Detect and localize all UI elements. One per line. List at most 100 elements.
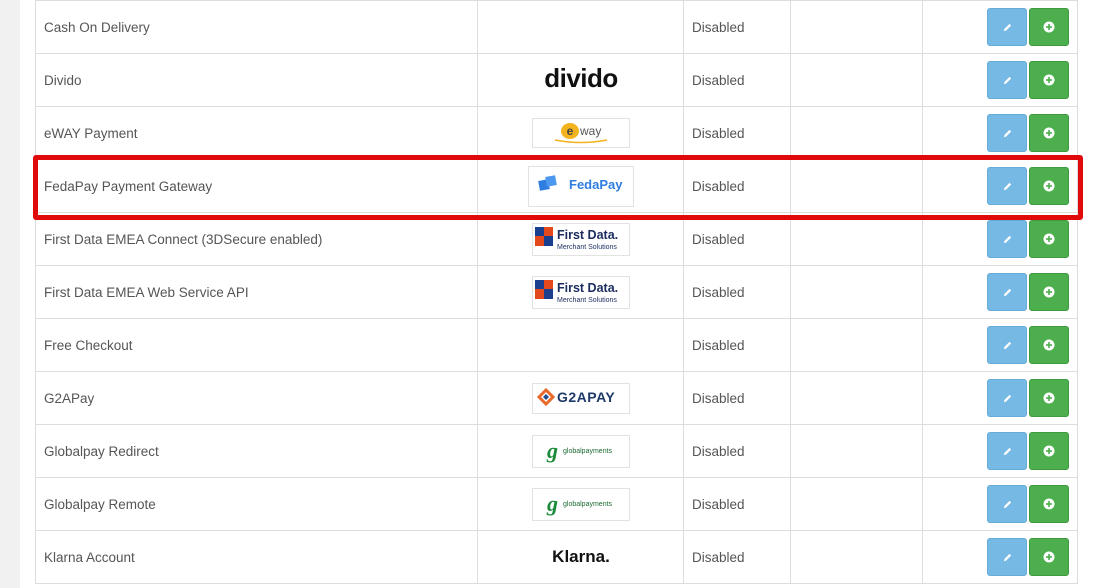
install-button[interactable] — [1029, 273, 1069, 311]
sort-order-cell — [790, 318, 923, 372]
extension-name: FedaPay Payment Gateway — [35, 159, 478, 213]
status-text: Disabled — [683, 371, 791, 425]
edit-button[interactable] — [987, 167, 1027, 205]
sort-order-cell — [790, 0, 923, 54]
svg-text:g: g — [546, 438, 558, 463]
logo-cell-empty — [477, 0, 684, 54]
svg-text:FedaPay: FedaPay — [569, 177, 623, 192]
edit-button[interactable] — [987, 326, 1027, 364]
table-row: Klarna Account Klarna. Disabled — [35, 530, 1078, 584]
extension-name: Globalpay Redirect — [35, 424, 478, 478]
eway-logo: e way — [477, 106, 684, 160]
plus-circle-icon — [1043, 231, 1055, 246]
edit-button[interactable] — [987, 379, 1027, 417]
edit-button[interactable] — [987, 538, 1027, 576]
pencil-icon — [1002, 549, 1013, 564]
edit-button[interactable] — [987, 8, 1027, 46]
logo-cell-empty — [477, 318, 684, 372]
pencil-icon — [1002, 19, 1013, 34]
install-button[interactable] — [1029, 432, 1069, 470]
edit-button[interactable] — [987, 220, 1027, 258]
install-button[interactable] — [1029, 538, 1069, 576]
pencil-icon — [1002, 337, 1013, 352]
install-button[interactable] — [1029, 326, 1069, 364]
edit-button[interactable] — [987, 432, 1027, 470]
sort-order-cell — [790, 53, 923, 107]
status-text: Disabled — [683, 106, 791, 160]
plus-circle-icon — [1043, 496, 1055, 511]
plus-circle-icon — [1043, 72, 1055, 87]
action-cell — [922, 318, 1078, 372]
pencil-icon — [1002, 178, 1013, 193]
sort-order-cell — [790, 477, 923, 531]
action-cell — [922, 159, 1078, 213]
svg-text:Merchant Solutions: Merchant Solutions — [557, 297, 617, 304]
action-cell — [922, 371, 1078, 425]
payment-extensions-table: Cash On Delivery Disabled Divido divido Di… — [35, 0, 1078, 584]
status-text: Disabled — [683, 424, 791, 478]
svg-text:g: g — [546, 491, 558, 516]
fedapay-logo: FedaPay — [477, 159, 684, 213]
svg-text:way: way — [579, 124, 601, 138]
plus-circle-icon — [1043, 19, 1055, 34]
table-row: Globalpay Redirect g globalpayments Disa… — [35, 424, 1078, 478]
pencil-icon — [1002, 443, 1013, 458]
status-text: Disabled — [683, 159, 791, 213]
install-button[interactable] — [1029, 114, 1069, 152]
status-text: Disabled — [683, 212, 791, 266]
table-row: Cash On Delivery Disabled — [35, 0, 1078, 54]
edit-button[interactable] — [987, 273, 1027, 311]
status-text: Disabled — [683, 0, 791, 54]
sort-order-cell — [790, 530, 923, 584]
plus-circle-icon — [1043, 337, 1055, 352]
install-button[interactable] — [1029, 220, 1069, 258]
svg-text:divido: divido — [544, 64, 618, 93]
extension-name: Free Checkout — [35, 318, 478, 372]
plus-circle-icon — [1043, 549, 1055, 564]
edit-button[interactable] — [987, 485, 1027, 523]
divido-logo: divido — [477, 53, 684, 107]
svg-text:First Data.: First Data. — [557, 281, 618, 295]
svg-text:globalpayments: globalpayments — [563, 448, 613, 455]
extension-name: G2APay — [35, 371, 478, 425]
plus-circle-icon — [1043, 284, 1055, 299]
edit-button[interactable] — [987, 61, 1027, 99]
firstdata-logo: First Data. Merchant Solutions — [477, 265, 684, 319]
extension-name: Divido — [35, 53, 478, 107]
table-row: G2APay G2APAY Disabled — [35, 371, 1078, 425]
sort-order-cell — [790, 212, 923, 266]
plus-circle-icon — [1043, 390, 1055, 405]
edit-button[interactable] — [987, 114, 1027, 152]
status-text: Disabled — [683, 318, 791, 372]
install-button[interactable] — [1029, 167, 1069, 205]
status-text: Disabled — [683, 265, 791, 319]
pencil-icon — [1002, 390, 1013, 405]
pencil-icon — [1002, 125, 1013, 140]
install-button[interactable] — [1029, 485, 1069, 523]
sort-order-cell — [790, 424, 923, 478]
globalpay-logo: g globalpayments — [477, 477, 684, 531]
extension-name: Klarna Account — [35, 530, 478, 584]
action-cell — [922, 530, 1078, 584]
pencil-icon — [1002, 284, 1013, 299]
table-row: First Data EMEA Web Service API First Da… — [35, 265, 1078, 319]
svg-text:G2APAY: G2APAY — [557, 389, 615, 405]
action-cell — [922, 106, 1078, 160]
svg-text:e: e — [566, 124, 573, 138]
status-text: Disabled — [683, 530, 791, 584]
install-button[interactable] — [1029, 8, 1069, 46]
svg-text:Klarna.: Klarna. — [552, 547, 610, 566]
table-row: Free Checkout Disabled — [35, 318, 1078, 372]
install-button[interactable] — [1029, 61, 1069, 99]
install-button[interactable] — [1029, 379, 1069, 417]
table-row: Globalpay Remote g globalpayments Disabl… — [35, 477, 1078, 531]
globalpay-logo: g globalpayments — [477, 424, 684, 478]
sort-order-cell — [790, 265, 923, 319]
status-text: Disabled — [683, 53, 791, 107]
extension-name: First Data EMEA Connect (3DSecure enable… — [35, 212, 478, 266]
status-text: Disabled — [683, 477, 791, 531]
extension-name: eWAY Payment — [35, 106, 478, 160]
plus-circle-icon — [1043, 125, 1055, 140]
table-row: eWAY Payment e way Disabled — [35, 106, 1078, 160]
svg-text:Merchant Solutions: Merchant Solutions — [557, 244, 617, 251]
